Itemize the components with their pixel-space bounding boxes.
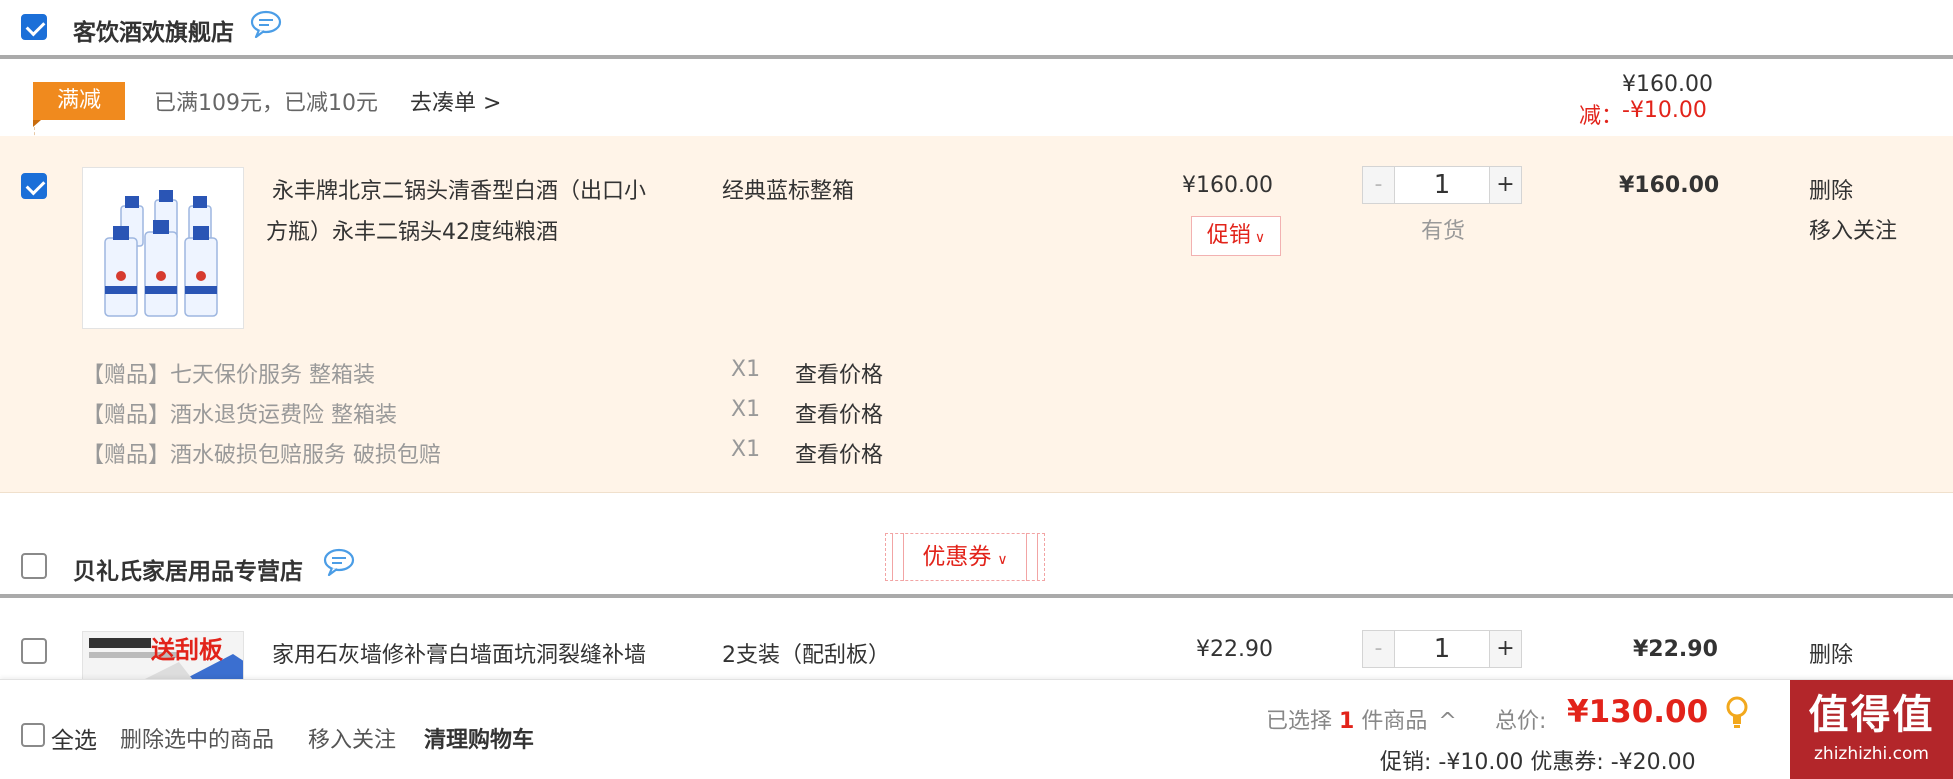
shop2-name[interactable]: 贝礼氏家居用品专营店	[73, 552, 303, 586]
gift-qty: X1	[731, 357, 761, 382]
chat-icon[interactable]	[323, 548, 355, 576]
item1-promo-label: 促销	[1206, 223, 1251, 248]
item1-stock: 有货	[1421, 219, 1466, 244]
lightbulb-icon[interactable]	[1725, 696, 1749, 730]
discount-summary: 促销: -¥10.00 优惠券: -¥20.00	[1380, 750, 1696, 775]
item1-minus-button[interactable]: -	[1363, 167, 1395, 203]
selected-count: 1	[1339, 709, 1355, 734]
item1-follow-link[interactable]: 移入关注	[1809, 213, 1897, 245]
coupon-label: 优惠券	[922, 544, 992, 570]
chat-icon[interactable]	[250, 10, 282, 38]
item2-total: ¥22.90	[1633, 637, 1718, 662]
item1-quantity-input[interactable]: 1	[1395, 167, 1489, 203]
shop1-name[interactable]: 客饮酒欢旗舰店	[73, 13, 234, 47]
gift-qty: X1	[731, 397, 761, 422]
liquor-bottles-image	[104, 190, 218, 317]
delete-selected-link[interactable]: 删除选中的商品	[120, 722, 274, 754]
chevron-down-icon: ∨	[1254, 230, 1266, 246]
total-amount: ¥130.00	[1567, 694, 1709, 730]
promo-add-items-link[interactable]: 去凑单 >	[410, 85, 501, 117]
selected-summary[interactable]: 已选择 1 件商品 ^	[1266, 703, 1457, 735]
item1-quantity-stepper[interactable]: - 1 +	[1362, 166, 1522, 204]
gift-name: 【赠品】七天保价服务 整箱装	[82, 363, 375, 388]
item1-spec: 经典蓝标整箱	[722, 179, 855, 204]
item1-promo-button[interactable]: 促销 ∨	[1191, 216, 1281, 256]
item2-plus-button[interactable]: +	[1489, 631, 1521, 667]
site-watermark-badge: 值得值 zhizhizhi.com	[1790, 680, 1953, 779]
promo-tag: 满减	[33, 82, 125, 120]
shop1-divider	[0, 55, 1953, 59]
item2-minus-button[interactable]: -	[1363, 631, 1395, 667]
gift-name: 【赠品】酒水退货运费险 整箱装	[82, 403, 397, 428]
promo-discount: -¥10.00	[1622, 98, 1707, 123]
item2-checkbox[interactable]	[21, 638, 47, 664]
selected-suffix: 件商品	[1361, 709, 1428, 734]
item2-quantity-stepper[interactable]: - 1 +	[1362, 630, 1522, 668]
chevron-down-icon: ∨	[997, 552, 1008, 568]
promo-subtotal: ¥160.00	[1622, 72, 1713, 97]
item1-plus-button[interactable]: +	[1489, 167, 1521, 203]
item2-title-line1[interactable]: 家用石灰墙修补膏白墙面坑洞裂缝补墙	[272, 637, 646, 669]
item1-title-line1[interactable]: 永丰牌北京二锅头清香型白酒（出口小	[272, 173, 646, 205]
shop2-checkbox[interactable]	[21, 553, 47, 579]
select-all-checkbox[interactable]	[21, 723, 45, 747]
clear-cart-link[interactable]: 清理购物车	[424, 722, 534, 754]
gift-name: 【赠品】酒水破损包赔服务 破损包赔	[82, 443, 441, 468]
item1-checkbox[interactable]	[21, 173, 47, 199]
item2-thumb-text: 送刮板	[151, 636, 223, 664]
gift-view-price-link[interactable]: 查看价格	[795, 357, 883, 389]
selected-prefix: 已选择	[1266, 709, 1333, 734]
item1-thumbnail[interactable]	[82, 167, 244, 329]
select-all-label[interactable]: 全选	[51, 721, 97, 755]
shop1-checkbox[interactable]	[21, 14, 47, 40]
item2-spec: 2支装（配刮板）	[722, 643, 890, 668]
item1-total: ¥160.00	[1619, 173, 1720, 198]
total-label: 总价:	[1495, 709, 1547, 734]
move-to-follow-link[interactable]: 移入关注	[308, 722, 396, 754]
item1-delete-link[interactable]: 删除	[1809, 173, 1853, 205]
shop2-divider	[0, 594, 1953, 598]
item1-price: ¥160.00	[1182, 173, 1273, 198]
promo-text: 已满109元，已减10元	[154, 91, 378, 116]
item2-quantity-input[interactable]: 1	[1395, 631, 1489, 667]
item2-price: ¥22.90	[1196, 637, 1273, 662]
chevron-up-icon: ^	[1438, 709, 1457, 734]
watermark-logo-text: 值得值	[1808, 692, 1935, 738]
gift-qty: X1	[731, 437, 761, 462]
promo-tag-tail	[33, 120, 41, 127]
gift-view-price-link[interactable]: 查看价格	[795, 437, 883, 469]
item2-delete-link[interactable]: 删除	[1809, 637, 1853, 669]
watermark-url: zhizhizhi.com	[1814, 744, 1929, 764]
coupon-button[interactable]: 优惠券 ∨	[885, 533, 1045, 581]
gift-view-price-link[interactable]: 查看价格	[795, 397, 883, 429]
item1-title-line2[interactable]: 方瓶）永丰二锅头42度纯粮酒	[266, 214, 558, 246]
promo-discount-label: 减：	[1579, 104, 1624, 129]
